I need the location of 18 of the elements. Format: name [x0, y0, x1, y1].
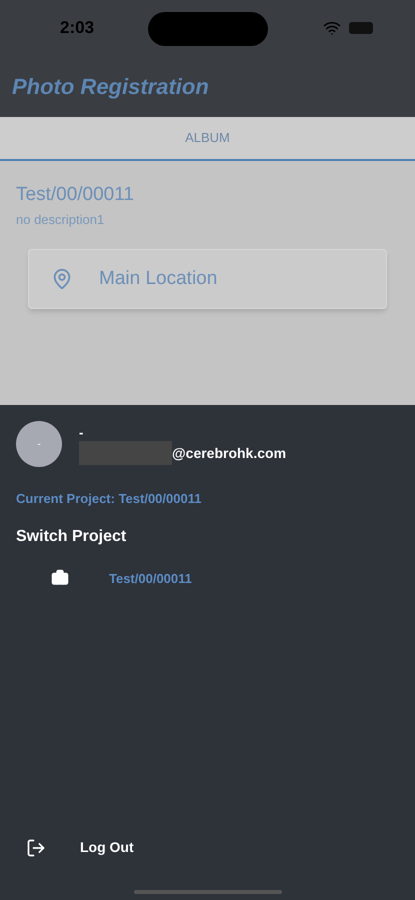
avatar: -: [16, 421, 62, 467]
status-time: 2:03: [60, 17, 94, 40]
project-item[interactable]: Test/00/00011: [16, 568, 399, 588]
tab[interactable]: ALBUM: [0, 117, 415, 161]
location-pin-icon: [51, 268, 73, 290]
project-title: Test/00/00011: [16, 183, 135, 207]
app-title: Photo Registration: [12, 73, 209, 101]
wifi-icon: [323, 19, 341, 37]
location-button[interactable]: Main Location: [28, 249, 387, 309]
user-name: -: [79, 425, 84, 441]
logout-button[interactable]: Log Out: [16, 837, 399, 858]
switch-project-heading: Switch Project: [16, 526, 128, 546]
project-description: no description1: [16, 210, 106, 229]
briefcase-icon: [51, 569, 69, 588]
battery-icon: [349, 22, 375, 34]
current-project: Current Project: Test/00/00011: [16, 490, 202, 508]
logout-icon: [26, 838, 46, 858]
user-email: @cerebrohk.com: [172, 444, 286, 462]
